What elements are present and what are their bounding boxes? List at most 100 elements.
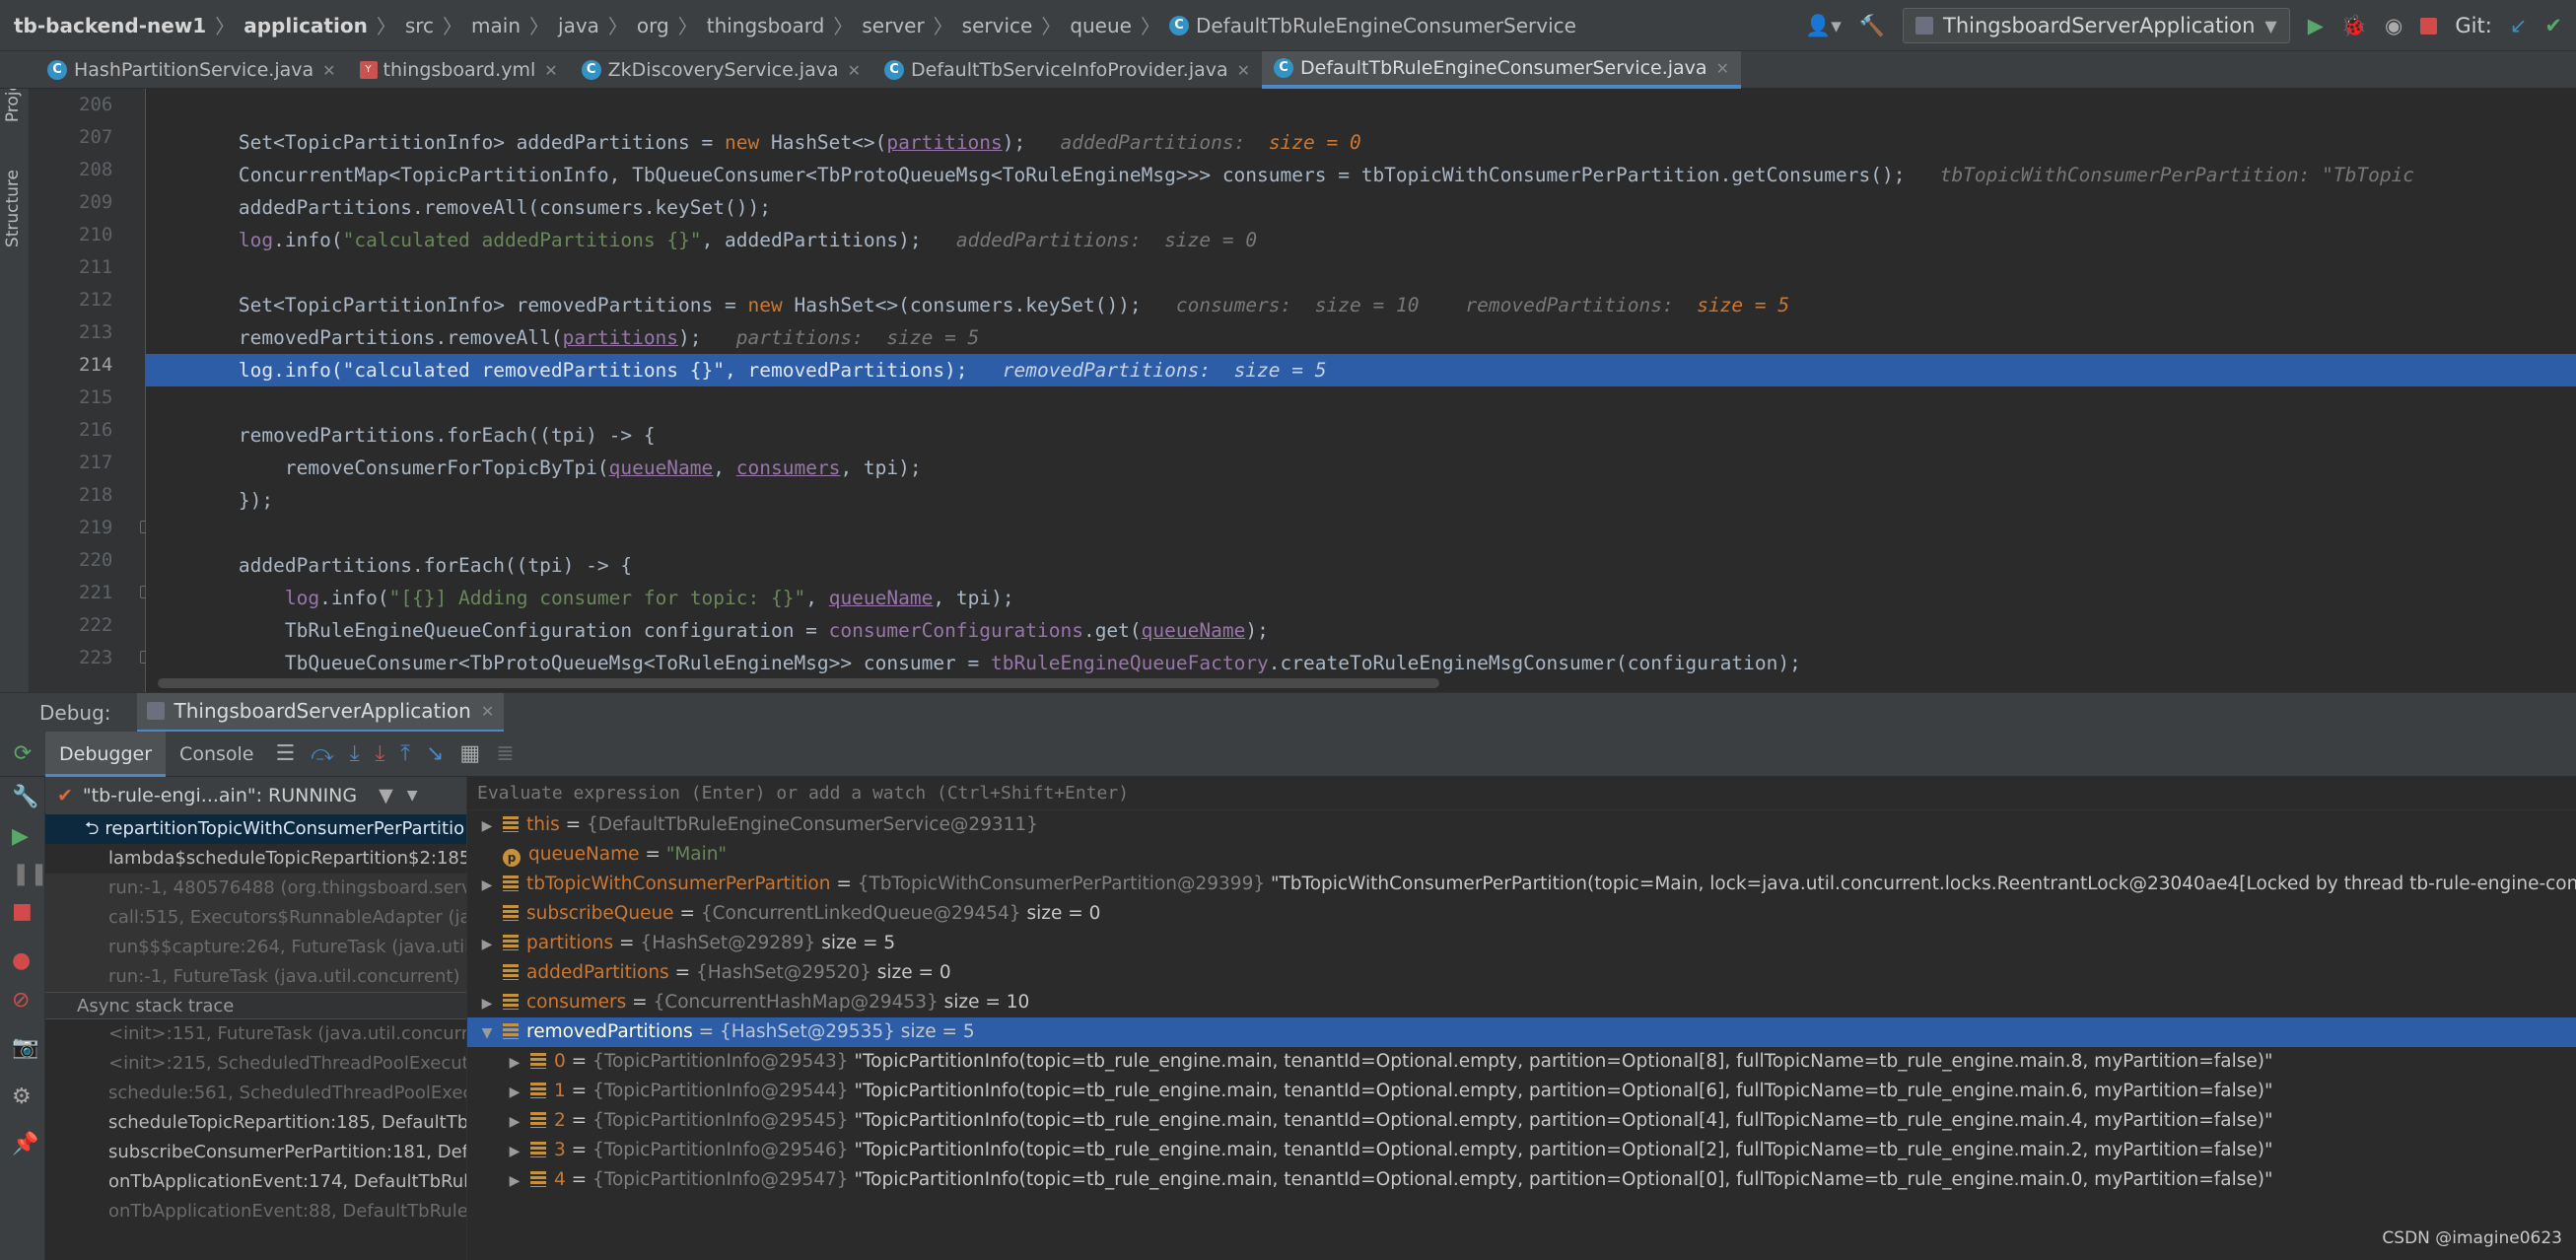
chevron-right-icon[interactable]: ▶ xyxy=(477,871,497,900)
breadcrumb-thingsboard[interactable]: thingsboard xyxy=(707,14,825,37)
mute-breakpoints-icon[interactable]: ⊘ xyxy=(12,988,30,1013)
frame-item[interactable]: scheduleTopicRepartition:185, DefaultTbR xyxy=(45,1108,466,1138)
frame-item[interactable]: ⮌ repartitionTopicWithConsumerPerPartitio xyxy=(45,814,466,844)
close-icon[interactable]: ✕ xyxy=(481,702,494,721)
chevron-right-icon[interactable]: ▶ xyxy=(505,1078,524,1107)
menu-icon[interactable]: ☰ xyxy=(275,741,295,766)
evaluate-expression-icon[interactable]: ▦ xyxy=(459,741,480,766)
step-into-icon[interactable]: ⤓ xyxy=(350,741,360,766)
chevron-right-icon[interactable]: ▶ xyxy=(477,811,497,841)
close-icon[interactable]: ✕ xyxy=(1716,59,1729,78)
frame-item[interactable]: run:-1, FutureTask (java.util.concurrent… xyxy=(45,962,466,992)
chevron-right-icon[interactable]: ▶ xyxy=(477,930,497,959)
breadcrumb-src[interactable]: src xyxy=(405,14,434,37)
tab-service-info-provider[interactable]: C DefaultTbServiceInfoProvider.java ✕ xyxy=(872,51,1262,89)
breadcrumb-org[interactable]: org xyxy=(637,14,669,37)
chevron-right-icon[interactable]: ▶ xyxy=(505,1137,524,1166)
chevron-right-icon[interactable]: ▶ xyxy=(505,1107,524,1137)
debug-icon[interactable]: 🐞 xyxy=(2341,14,2367,38)
tab-debugger[interactable]: Debugger xyxy=(45,731,167,777)
structure-tool-tab[interactable]: Structure xyxy=(3,170,23,247)
chevron-right-icon[interactable]: ▶ xyxy=(505,1166,524,1196)
trace-icon[interactable]: ≣ xyxy=(496,741,514,766)
breadcrumb-main[interactable]: main xyxy=(471,14,521,37)
variable-child-row[interactable]: ▶ 0 = {TopicPartitionInfo@29543} "TopicPa… xyxy=(467,1047,2576,1077)
variable-row[interactable]: ▶ consumers = {ConcurrentHashMap@29453} s… xyxy=(467,988,2576,1017)
pin-icon[interactable]: 📌 xyxy=(12,1132,38,1156)
frame-item[interactable]: run$$$capture:264, FutureTask (java.util xyxy=(45,933,466,962)
stop-icon[interactable]: ■ xyxy=(12,899,33,924)
variable-child-row[interactable]: ▶ 4 = {TopicPartitionInfo@29547} "TopicPa… xyxy=(467,1165,2576,1195)
stop-icon[interactable] xyxy=(2420,17,2438,35)
breadcrumb-project[interactable]: tb-backend-new1 xyxy=(14,14,206,37)
variable-ref: {HashSet@29520} xyxy=(695,962,871,983)
frame-item[interactable]: lambda$scheduleTopicRepartition$2:185, xyxy=(45,844,466,874)
frame-item[interactable]: call:515, Executors$RunnableAdapter (jav xyxy=(45,903,466,933)
force-step-into-icon[interactable]: ⤓ xyxy=(375,741,384,766)
breadcrumb-class[interactable]: DefaultTbRuleEngineConsumerService xyxy=(1196,14,1576,37)
debug-session-tab[interactable]: ThingsboardServerApplication ✕ xyxy=(136,692,505,733)
parameter-icon: p xyxy=(503,849,521,867)
frame-item[interactable]: <init>:215, ScheduledThreadPoolExecuto xyxy=(45,1049,466,1079)
breadcrumb-module[interactable]: application xyxy=(244,14,368,37)
gear-icon[interactable]: ⚙ xyxy=(12,1085,32,1109)
resume-icon[interactable]: ▶ xyxy=(12,824,29,849)
chevron-down-icon[interactable]: ▼ xyxy=(407,788,418,804)
variable-child-row[interactable]: ▶ 1 = {TopicPartitionInfo@29544} "TopicPa… xyxy=(467,1077,2576,1106)
thread-selector[interactable]: ✔ "tb-rule-engi...ain": RUNNING ▼ ▼ xyxy=(45,777,466,814)
run-to-cursor-icon[interactable]: ↘ xyxy=(426,741,444,766)
user-icon[interactable]: 👤▾ xyxy=(1805,14,1842,38)
evaluate-expression-input[interactable]: Evaluate expression (Enter) or add a wat… xyxy=(467,777,2576,810)
camera-icon[interactable]: 📷 xyxy=(12,1035,38,1060)
variable-name: subscribeQueue xyxy=(526,903,674,924)
settings-wrench-icon[interactable]: 🔧 xyxy=(12,785,38,809)
close-icon[interactable]: ✕ xyxy=(1237,61,1250,80)
frame-item[interactable]: subscribeConsumerPerPartition:181, Defa xyxy=(45,1138,466,1167)
variable-row[interactable]: ▼ removedPartitions = {HashSet@29535} siz… xyxy=(467,1017,2576,1047)
close-icon[interactable]: ✕ xyxy=(322,61,335,80)
breadcrumb-java[interactable]: java xyxy=(558,14,599,37)
close-icon[interactable]: ✕ xyxy=(544,61,557,80)
chevron-right-icon[interactable]: ▶ xyxy=(477,989,497,1018)
git-update-icon[interactable]: ↙ xyxy=(2510,14,2528,37)
frame-item[interactable]: schedule:561, ScheduledThreadPoolExecu xyxy=(45,1079,466,1108)
build-hammer-icon[interactable]: 🔨 xyxy=(1859,14,1885,38)
field-icon xyxy=(503,964,519,980)
coverage-icon[interactable]: ◉ xyxy=(2385,14,2402,37)
git-commit-icon[interactable]: ✔ xyxy=(2544,14,2562,37)
breadcrumb-queue[interactable]: queue xyxy=(1070,14,1132,37)
variable-child-row[interactable]: ▶ 3 = {TopicPartitionInfo@29546} "TopicPa… xyxy=(467,1136,2576,1165)
chevron-right-icon[interactable]: ▶ xyxy=(505,1048,524,1078)
pause-icon[interactable]: ❚❚ xyxy=(12,862,48,886)
breadcrumb-service[interactable]: service xyxy=(962,14,1033,37)
close-icon[interactable]: ✕ xyxy=(848,61,861,80)
variable-row[interactable]: subscribeQueue = {ConcurrentLinkedQueue@… xyxy=(467,899,2576,929)
frame-item[interactable]: run:-1, 480576488 (org.thingsboard.serv xyxy=(45,874,466,903)
frame-item[interactable]: onTbApplicationEvent:88, DefaultTbRuleE xyxy=(45,1197,466,1226)
frame-item[interactable]: onTbApplicationEvent:174, DefaultTbRule xyxy=(45,1167,466,1197)
variable-child-row[interactable]: ▶ 2 = {TopicPartitionInfo@29545} "TopicPa… xyxy=(467,1106,2576,1136)
horizontal-scrollbar[interactable] xyxy=(158,678,1439,688)
tab-hash-partition-service[interactable]: C HashPartitionService.java ✕ xyxy=(35,51,348,89)
code-editor[interactable]: Set<TopicPartitionInfo> addedPartitions … xyxy=(146,89,2576,692)
chevron-down-icon[interactable]: ▼ xyxy=(477,1018,497,1048)
rerun-icon[interactable]: ⟳ xyxy=(0,741,45,766)
frame-item[interactable]: <init>:151, FutureTask (java.util.concur… xyxy=(45,1019,466,1049)
tab-thingsboard-yml[interactable]: Ythingsboard.yml ✕ xyxy=(348,51,570,89)
tab-console[interactable]: Console xyxy=(166,732,267,777)
filter-icon[interactable]: ▼ xyxy=(379,785,393,806)
tab-zk-discovery-service[interactable]: C ZkDiscoveryService.java ✕ xyxy=(570,51,872,89)
tab-rule-engine-consumer-service[interactable]: C DefaultTbRuleEngineConsumerService.java… xyxy=(1262,51,1741,89)
variable-row[interactable]: addedPartitions = {HashSet@29520} size =… xyxy=(467,958,2576,988)
left-tool-strip: Project Structure xyxy=(0,51,30,692)
variable-row[interactable]: ▶ this = {DefaultTbRuleEngineConsumerServ… xyxy=(467,810,2576,840)
run-config-dropdown[interactable]: ThingsboardServerApplication ▼ xyxy=(1903,8,2290,43)
variable-row[interactable]: p queueName = "Main" xyxy=(467,840,2576,870)
breadcrumb-server[interactable]: server xyxy=(862,14,924,37)
view-breakpoints-icon[interactable]: ● xyxy=(12,948,31,973)
step-over-icon[interactable]: ⤼ xyxy=(311,741,334,766)
variable-row[interactable]: ▶ partitions = {HashSet@29289} size = 5 xyxy=(467,929,2576,958)
step-out-icon[interactable]: ⤒ xyxy=(400,741,410,766)
variable-row[interactable]: ▶ tbTopicWithConsumerPerPartition = {TbTo… xyxy=(467,870,2576,899)
run-icon[interactable]: ▶ xyxy=(2308,14,2324,37)
